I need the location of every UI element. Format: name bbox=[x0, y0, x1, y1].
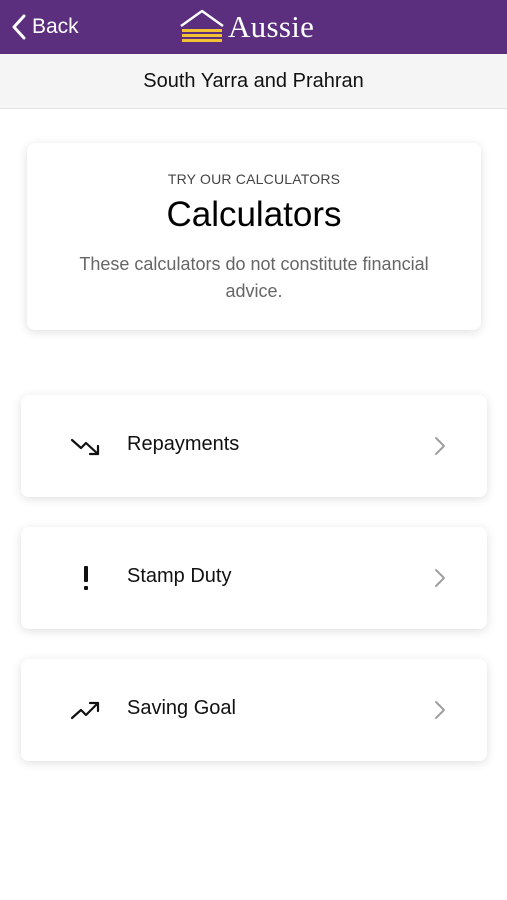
calculator-item-saving-goal[interactable]: Saving Goal bbox=[21, 659, 487, 761]
calculator-item-stamp-duty[interactable]: Stamp Duty bbox=[21, 527, 487, 629]
trending-down-icon bbox=[69, 431, 103, 461]
exclamation-icon bbox=[69, 563, 103, 593]
calculator-item-repayments[interactable]: Repayments bbox=[21, 395, 487, 497]
chevron-right-icon bbox=[435, 437, 445, 455]
page-title: Calculators bbox=[166, 195, 342, 234]
chevron-left-icon bbox=[12, 14, 26, 40]
back-button[interactable]: Back bbox=[12, 12, 79, 42]
calculator-label: Stamp Duty bbox=[127, 565, 232, 587]
chevron-right-icon bbox=[435, 569, 445, 587]
trending-up-icon bbox=[69, 695, 103, 725]
aussie-logo: Aussie bbox=[178, 6, 314, 48]
app-screen: Back Aussie South Yarra and Prahran TRY … bbox=[0, 0, 507, 900]
location-title: South Yarra and Prahran bbox=[143, 69, 364, 92]
house-roof-logo-icon bbox=[180, 9, 224, 42]
back-label: Back bbox=[32, 15, 79, 38]
top-navigation-bar: Back Aussie bbox=[0, 0, 507, 54]
calculator-label: Repayments bbox=[127, 433, 240, 455]
disclaimer-text: These calculators do not constitute fina… bbox=[79, 254, 429, 301]
chevron-right-icon bbox=[435, 701, 445, 719]
intro-eyebrow: TRY OUR CALCULATORS bbox=[167, 171, 341, 187]
calculator-label: Saving Goal bbox=[127, 697, 236, 719]
location-header: South Yarra and Prahran bbox=[0, 54, 507, 109]
brand-name: Aussie bbox=[228, 9, 315, 44]
calculators-intro-card: TRY OUR CALCULATORS Calculators These ca… bbox=[27, 143, 481, 330]
